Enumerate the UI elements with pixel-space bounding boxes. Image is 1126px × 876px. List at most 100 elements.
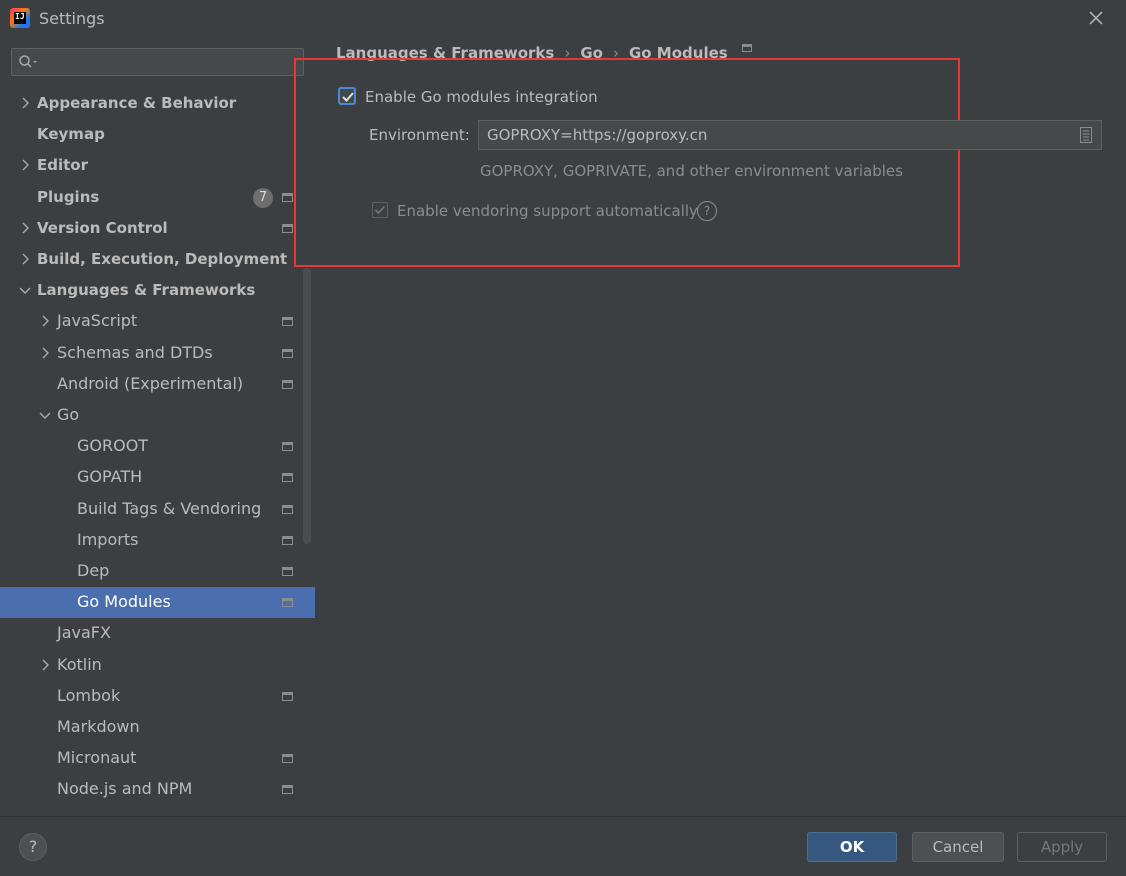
breadcrumb: Languages & Frameworks › Go › Go Modules [336,44,752,66]
enable-go-modules-label[interactable]: Enable Go modules integration [365,88,598,106]
project-settings-icon [282,193,293,202]
sidebar-item-kotlin[interactable]: Kotlin [0,650,315,681]
chevron-right-icon[interactable] [38,314,52,328]
sidebar-item-javascript[interactable]: JavaScript [0,306,315,337]
project-settings-icon [282,442,293,451]
logo-text: IJ [14,12,26,24]
project-settings-icon [282,754,293,763]
sidebar-item-label: Schemas and DTDs [57,343,213,362]
project-settings-icon [282,317,293,326]
project-settings-icon [282,473,293,482]
project-settings-icon [282,224,293,233]
breadcrumb-item[interactable]: Go [580,44,603,62]
sidebar-item-label: Imports [77,530,139,549]
close-icon[interactable] [1086,8,1106,28]
chevron-down-icon[interactable] [38,408,52,422]
project-settings-icon [282,380,293,389]
project-settings-icon [282,505,293,514]
sidebar-item-label: Android (Experimental) [57,374,244,393]
sidebar-item-label: Keymap [37,125,105,143]
environment-field[interactable]: GOPROXY=https://goproxy.cn [478,120,1102,150]
sidebar-item-version-control[interactable]: Version Control [0,213,315,244]
help-icon[interactable]: ? [697,201,717,221]
sidebar-item-appearance-behavior[interactable]: Appearance & Behavior [0,88,315,119]
sidebar-item-imports[interactable]: Imports [0,525,315,556]
enable-go-modules-checkbox[interactable] [338,87,356,105]
environment-label: Environment: [369,126,470,144]
sidebar-item-label: Go [57,405,80,424]
sidebar-item-label: Build Tags & Vendoring [77,499,262,518]
title-bar: IJ Settings [0,0,1126,36]
settings-sidebar: Appearance & Behavior Keymap Editor Plugins… [0,36,315,816]
sidebar-item-build-tags-vendoring[interactable]: Build Tags & Vendoring [0,494,315,525]
sidebar-item-label: Languages & Frameworks [37,281,256,299]
chevron-right-icon[interactable] [38,658,52,672]
intellij-logo-icon: IJ [10,8,30,28]
project-settings-icon [282,567,293,576]
environment-value[interactable]: GOPROXY=https://goproxy.cn [487,126,707,144]
search-box[interactable] [11,48,304,76]
sidebar-item-node-js-and-npm[interactable]: Node.js and NPM [0,774,315,805]
sidebar-item-label: Kotlin [57,655,102,674]
chevron-down-icon[interactable] [18,283,32,297]
sidebar-item-label: Node.js and NPM [57,779,193,798]
sidebar-item-goroot[interactable]: GOROOT [0,431,315,462]
breadcrumb-separator: › [564,44,571,62]
sidebar-item-javafx[interactable]: JavaFX [0,618,315,649]
window-title: Settings [39,9,105,28]
sidebar-item-lombok[interactable]: Lombok [0,681,315,712]
sidebar-item-android-experimental[interactable]: Android (Experimental) [0,369,315,400]
search-input[interactable] [42,51,296,75]
sidebar-item-build-execution-deployment[interactable]: Build, Execution, Deployment [0,244,315,275]
ok-button[interactable]: OK [807,832,897,862]
sidebar-item-go[interactable]: Go [0,400,315,431]
sidebar-item-label: JavaFX [57,623,111,642]
environment-hint: GOPROXY, GOPRIVATE, and other environmen… [480,162,903,180]
project-settings-icon [282,785,293,794]
settings-content: Languages & Frameworks › Go › Go Modules Ena… [294,36,1126,816]
sidebar-item-markdown[interactable]: Markdown [0,712,315,743]
chevron-right-icon[interactable] [18,252,32,266]
dialog-footer: ? OK Cancel Apply [0,816,1126,876]
breadcrumb-item[interactable]: Languages & Frameworks [336,44,554,62]
vendoring-label[interactable]: Enable vendoring support automatically [397,202,698,220]
sidebar-item-label: Version Control [37,219,168,237]
sidebar-item-label: JavaScript [57,311,138,330]
checkmark-icon [342,92,354,102]
project-settings-icon [282,536,293,545]
sidebar-item-go-modules[interactable]: Go Modules [0,587,315,618]
project-settings-icon [282,598,293,607]
sidebar-item-label: GOROOT [77,436,149,455]
checkmark-icon [374,205,386,215]
sidebar-item-label: Build, Execution, Deployment [37,250,288,268]
edit-environment-icon[interactable] [1080,127,1092,143]
chevron-right-icon[interactable] [18,158,32,172]
search-icon[interactable] [18,54,38,70]
sidebar-item-plugins[interactable]: Plugins 7 [0,182,315,213]
project-settings-icon [282,692,293,701]
sidebar-item-label: Editor [37,156,88,174]
sidebar-item-micronaut[interactable]: Micronaut [0,743,315,774]
sidebar-scrollbar[interactable] [303,268,311,544]
sidebar-item-schemas-and-dtds[interactable]: Schemas and DTDs [0,338,315,369]
project-settings-icon [741,44,752,52]
sidebar-item-label: Micronaut [57,748,137,767]
help-button[interactable]: ? [19,833,47,861]
sidebar-item-label: Lombok [57,686,121,705]
project-settings-icon [282,349,293,358]
cancel-button[interactable]: Cancel [912,832,1004,862]
sidebar-item-label: GOPATH [77,467,143,486]
chevron-right-icon[interactable] [18,96,32,110]
sidebar-item-keymap[interactable]: Keymap [0,119,315,150]
chevron-right-icon[interactable] [38,346,52,360]
sidebar-item-gopath[interactable]: GOPATH [0,462,315,493]
sidebar-item-languages-frameworks[interactable]: Languages & Frameworks [0,275,315,306]
sidebar-item-editor[interactable]: Editor [0,150,315,181]
vendoring-checkbox[interactable] [372,202,388,218]
apply-button[interactable]: Apply [1017,832,1107,862]
chevron-right-icon[interactable] [18,221,32,235]
sidebar-item-label: Plugins [37,188,100,206]
sidebar-item-dep[interactable]: Dep [0,556,315,587]
sidebar-item-label: Dep [77,561,110,580]
sidebar-item-label: Appearance & Behavior [37,94,237,112]
